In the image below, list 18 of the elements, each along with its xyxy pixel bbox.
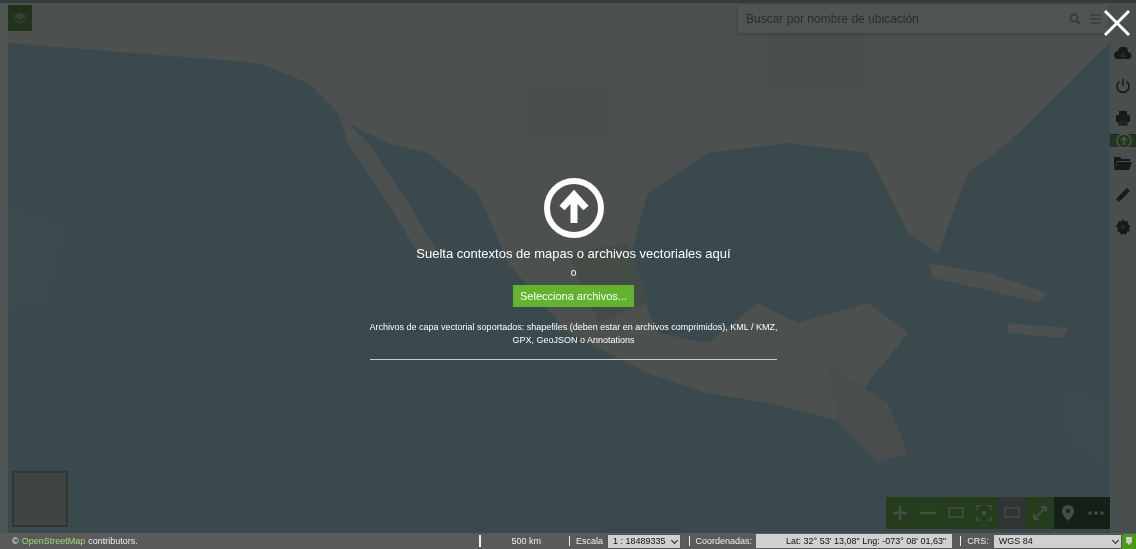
scale-label: Escala bbox=[568, 536, 603, 546]
crs-select[interactable]: WGS 84 bbox=[992, 533, 1123, 549]
drop-title: Suelta contextos de mapas o archivos vectoriales aquí bbox=[416, 246, 731, 261]
coordinates-value: Lat: 32° 53' 13,08" Lng: -073° 08' 01,63" bbox=[756, 534, 953, 548]
shield-icon bbox=[1126, 537, 1133, 545]
close-icon bbox=[1103, 9, 1131, 37]
contributors-text: contributors. bbox=[88, 536, 138, 546]
upload-icon bbox=[542, 177, 605, 239]
supported-formats-text: Archivos de capa vectorial soportados: shapefiles (deben estar en archivos comprimidos), KML / KMZ, GPX, GeoJSON o Annotations bbox=[368, 321, 779, 347]
or-text: o bbox=[570, 267, 577, 278]
copyright-text: © bbox=[12, 536, 19, 546]
crs-label: CRS: bbox=[960, 536, 989, 546]
footer-toggle-button[interactable] bbox=[1122, 533, 1136, 549]
scale-select[interactable]: 1 : 18489335 bbox=[606, 533, 681, 549]
openstreetmap-link[interactable]: OpenStreetMap bbox=[21, 536, 86, 546]
coordinates-label: Coordenadas: bbox=[688, 536, 753, 546]
scale-bar: 500 km bbox=[479, 535, 547, 547]
close-button[interactable] bbox=[1102, 8, 1132, 38]
